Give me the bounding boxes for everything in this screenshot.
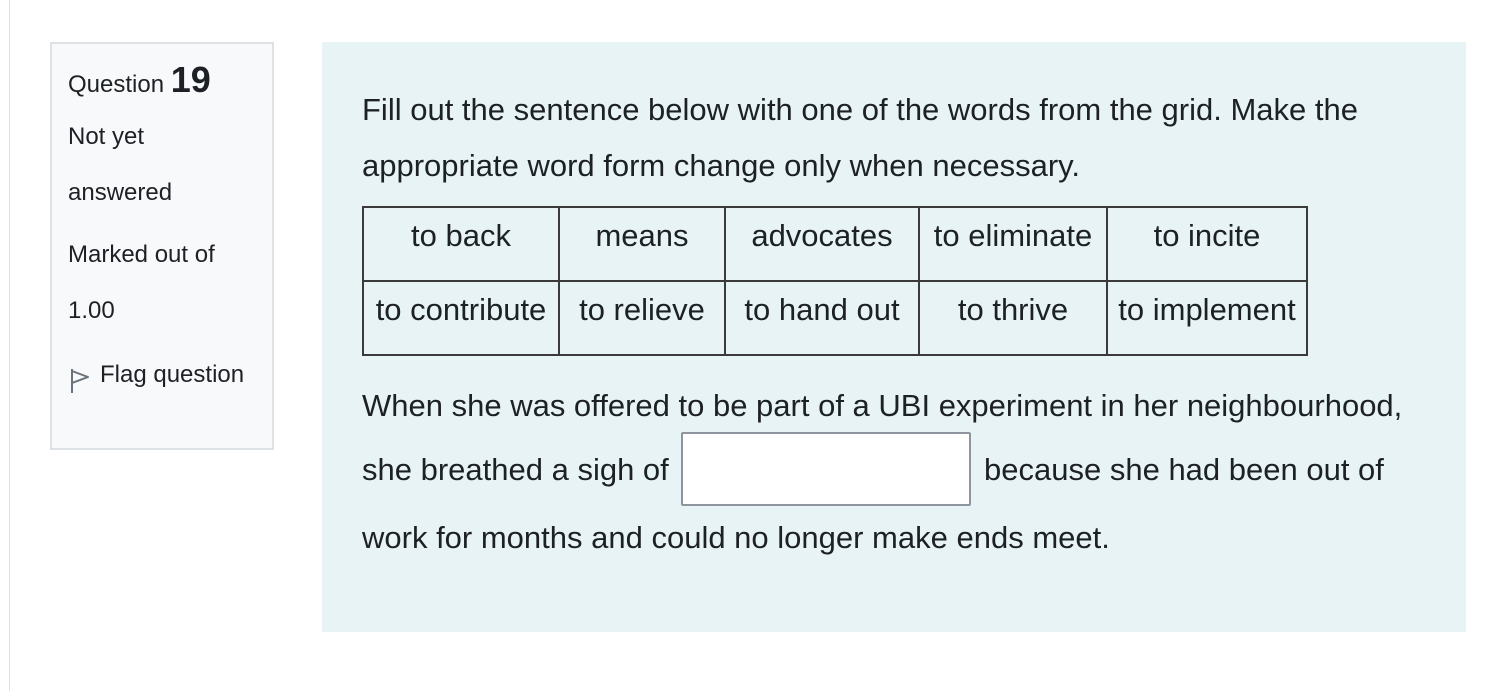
word-grid: to back means advocates to eliminate to …	[362, 206, 1308, 356]
question-state: Not yet answered	[68, 109, 256, 221]
word-grid-cell: to hand out	[724, 280, 920, 356]
flag-outline-icon	[68, 357, 100, 406]
question-info-panel: Question 19 Not yet answered Marked out …	[50, 42, 274, 450]
question-number: Question 19	[68, 60, 256, 105]
question-number-prefix: Question	[68, 71, 165, 98]
word-grid-cell: to back	[362, 206, 560, 282]
page-left-border	[9, 0, 10, 691]
word-grid-cell: to incite	[1106, 206, 1308, 282]
word-grid-cell: advocates	[724, 206, 920, 282]
question-prompt: Fill out the sentence below with one of …	[362, 92, 1358, 183]
question-grade-line2: 1.00	[68, 297, 115, 324]
question-grade-line1: Marked out of	[68, 241, 215, 268]
question-number-value: 19	[170, 59, 211, 100]
flag-question-button[interactable]: Flag question	[68, 357, 256, 406]
flag-question-label: Flag question	[100, 361, 245, 388]
question-state-line2: answered	[68, 179, 173, 206]
word-grid-cell: to contribute	[362, 280, 560, 356]
word-grid-cell: to eliminate	[918, 206, 1108, 282]
fill-in-sentence: When she was offered to be part of a UBI…	[362, 374, 1422, 570]
word-grid-cell: to implement	[1106, 280, 1308, 356]
word-grid-row: to contribute to relieve to hand out to …	[362, 280, 1308, 356]
word-grid-cell: to relieve	[558, 280, 726, 356]
word-grid-cell: to thrive	[918, 280, 1108, 356]
question-content: Fill out the sentence below with one of …	[322, 42, 1466, 632]
word-grid-cell: means	[558, 206, 726, 282]
word-grid-row: to back means advocates to eliminate to …	[362, 206, 1308, 282]
question-grade: Marked out of 1.00	[68, 227, 256, 339]
question-state-line1: Not yet	[68, 123, 145, 150]
answer-input[interactable]	[681, 432, 972, 506]
